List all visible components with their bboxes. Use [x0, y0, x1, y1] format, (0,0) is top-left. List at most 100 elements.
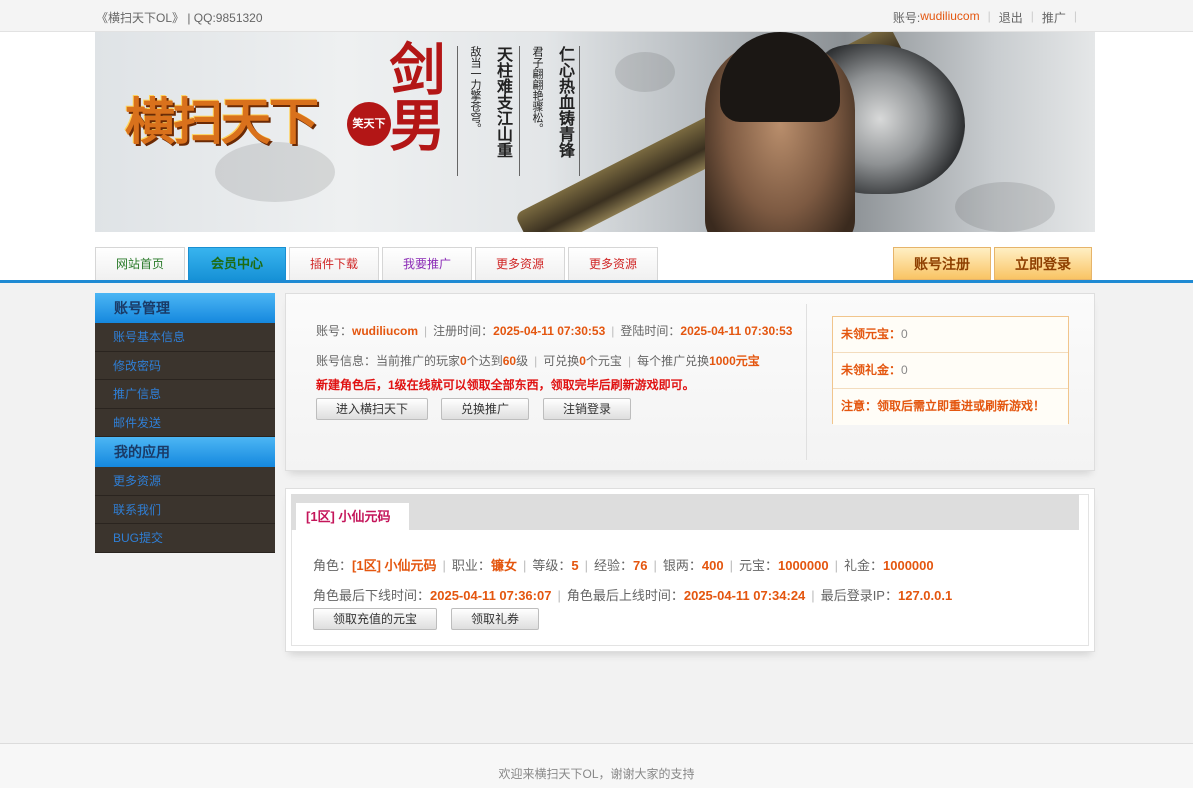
top-bar-links: 账号: wudiliucom | 退出 | 推广 |: [893, 9, 1085, 26]
unclaimed-gift-row: 未领礼金：0: [833, 353, 1068, 389]
unclaimed-yuanbao-value: 0: [901, 327, 908, 341]
account-value: wudiliucom: [352, 324, 419, 338]
banner-image: 横扫天下 笑天下 剑男 敌当一力擎苍穹。 天柱难支江山重 君子翩翩艳骤松。 仁心…: [95, 32, 1095, 232]
sidebar-item-contact[interactable]: 联系我们: [95, 495, 275, 524]
top-bar: 《横扫天下OL》 | QQ:9851320 账号: wudiliucom | 退…: [0, 0, 1193, 32]
gift-label: 礼金：: [844, 558, 884, 573]
poem-line: 仁心热血铸青锋: [556, 46, 575, 158]
logout-link[interactable]: 退出: [999, 9, 1023, 26]
sidebar-section-account: 账号管理: [95, 293, 275, 323]
logout-account-button[interactable]: 注销登录: [543, 398, 631, 420]
last-ip-value: 127.0.0.1: [897, 588, 953, 603]
exchange-promote-button[interactable]: 兑换推广: [441, 398, 529, 420]
job-value: 镰女: [490, 558, 517, 573]
divider: [806, 304, 807, 460]
promote-level: 60: [502, 354, 517, 368]
role-label: 角色：: [313, 558, 353, 573]
claim-yuanbao-button[interactable]: 领取充值的元宝: [313, 608, 437, 630]
account-label: 账号：: [316, 324, 353, 338]
level-label: 等级：: [532, 558, 572, 573]
site-title: 《横扫天下OL》 | QQ:9851320: [96, 11, 263, 25]
role-stats-line: 角色：[1区] 小仙元码 | 职业：镰女 | 等级：5 | 经验：76 | 银两：400 | 元宝：…: [313, 558, 934, 573]
unclaimed-gift-label: 未领礼金：: [841, 363, 902, 377]
level-value: 5: [571, 558, 579, 573]
exchange-text: 可兑换: [543, 354, 580, 368]
sidebar-item-promote-info[interactable]: 推广信息: [95, 380, 275, 409]
sidebar-section-apps: 我的应用: [95, 437, 275, 467]
sidebar-item-bug-report[interactable]: BUG提交: [95, 524, 275, 553]
reward-info-box: 未领元宝：0 未领礼金：0 注意：领取后需立即重进或刷新游戏！: [832, 316, 1069, 425]
sidebar-item-change-password[interactable]: 修改密码: [95, 351, 275, 380]
last-ip-label: 最后登录IP：: [820, 588, 898, 603]
tab-more-resources[interactable]: 更多资源: [475, 247, 565, 280]
promote-link[interactable]: 推广: [1042, 9, 1066, 26]
warning-row: 注意：领取后需立即重进或刷新游戏！: [833, 389, 1068, 425]
silver-label: 银两：: [662, 558, 702, 573]
divider: |: [1073, 9, 1077, 23]
exp-label: 经验：: [593, 558, 633, 573]
tab-home[interactable]: 网站首页: [95, 247, 185, 280]
poem-line: 敌当一力擎苍穹。: [469, 46, 482, 134]
promoted-count: 0: [460, 354, 467, 368]
register-button[interactable]: 账号注册: [893, 247, 991, 280]
login-button[interactable]: 立即登录: [994, 247, 1092, 280]
last-online-label: 角色最后上线时间：: [566, 588, 684, 603]
role-panel: [1区] 小仙元码 角色：[1区] 小仙元码 | 职业：镰女 | 等级：5 | 经验：76 |…: [285, 488, 1095, 652]
last-offline-label: 角色最后下线时间：: [313, 588, 431, 603]
role-tab[interactable]: [1区] 小仙元码: [296, 501, 409, 531]
account-panel: 账号：wudiliucom | 注册时间：2025-04-11 07:30:53 | 登…: [285, 293, 1095, 471]
sidebar-item-account-info[interactable]: 账号基本信息: [95, 323, 275, 352]
role-times-line: 角色最后下线时间：2025-04-11 07:36:07 | 角色最后上线时间：20…: [313, 588, 953, 603]
yuanbao-label: 元宝：: [738, 558, 778, 573]
last-offline-value: 2025-04-11 07:36:07: [430, 588, 552, 603]
main-nav: 网站首页 会员中心 插件下载 我要推广 更多资源 更多资源: [95, 247, 661, 280]
role-value: [1区] 小仙元码: [352, 558, 437, 573]
promote-info-line: 账号信息：当前推广的玩家0个达到60级 | 可兑换0个元宝 | 每个推广兑换1000元宝: [316, 354, 760, 368]
login-time-value: 2025-04-11 07:30:53: [680, 324, 793, 338]
exchange-count: 0: [579, 354, 586, 368]
account-name-link[interactable]: wudiliucom: [920, 9, 979, 26]
tab-promote[interactable]: 我要推广: [382, 247, 472, 280]
hero-hair: [720, 32, 840, 122]
account-line: 账号：wudiliucom | 注册时间：2025-04-11 07:30:53 | 登…: [316, 324, 793, 338]
footer-text: 欢迎来横扫天下OL，谢谢大家的支持: [498, 767, 695, 781]
each-promote-value: 1000元宝: [709, 354, 760, 368]
footer: 欢迎来横扫天下OL，谢谢大家的支持: [0, 744, 1193, 788]
sidebar-item-more-resources[interactable]: 更多资源: [95, 467, 275, 496]
reg-time-label: 注册时间：: [433, 324, 494, 338]
each-promote-text: 每个推广兑换: [637, 354, 710, 368]
divider: |: [1030, 9, 1034, 23]
game-logo: 横扫天下: [125, 92, 319, 151]
sidebar: 账号管理 账号基本信息 修改密码 推广信息 邮件发送 我的应用 更多资源 联系我…: [95, 293, 275, 553]
sidebar-item-send-mail[interactable]: 邮件发送: [95, 408, 275, 437]
tab-more-resources-2[interactable]: 更多资源: [568, 247, 658, 280]
warning-text: 注意：领取后需立即重进或刷新游戏！: [841, 399, 1046, 413]
unclaimed-yuanbao-label: 未领元宝：: [841, 327, 902, 341]
tab-member-center[interactable]: 会员中心: [188, 247, 286, 280]
banner-title: 剑男: [380, 40, 446, 152]
gift-value: 1000000: [883, 558, 934, 573]
claim-coupon-button[interactable]: 领取礼券: [451, 608, 539, 630]
tab-plugin-download[interactable]: 插件下载: [289, 247, 379, 280]
exp-value: 76: [633, 558, 648, 573]
unclaimed-yuanbao-row: 未领元宝：0: [833, 317, 1068, 353]
job-label: 职业：: [451, 558, 491, 573]
promote-info-text: 账号信息：当前推广的玩家: [316, 354, 461, 368]
last-online-value: 2025-04-11 07:34:24: [683, 588, 806, 603]
unclaimed-gift-value: 0: [901, 363, 908, 377]
promote-info-text: 个达到: [466, 354, 503, 368]
poem-line: 君子翩翩艳骤松。: [531, 46, 544, 134]
login-time-label: 登陆时间：: [620, 324, 681, 338]
exchange-text: 个元宝: [585, 354, 622, 368]
promote-info-text: 级: [516, 354, 529, 368]
divider: |: [987, 9, 991, 23]
notice-text: 新建角色后，1级在线就可以领取全部东西，领取完毕后刷新游戏即可。: [316, 378, 695, 392]
reg-time-value: 2025-04-11 07:30:53: [493, 324, 606, 338]
poem-line: 天柱难支江山重: [494, 46, 513, 158]
yuanbao-value: 1000000: [777, 558, 829, 573]
nav-underline: [0, 280, 1193, 283]
account-label: 账号:: [892, 11, 921, 25]
silver-value: 400: [701, 558, 724, 573]
enter-game-button[interactable]: 进入横扫天下: [316, 398, 428, 420]
role-tab-bar: [1区] 小仙元码: [291, 494, 1079, 531]
